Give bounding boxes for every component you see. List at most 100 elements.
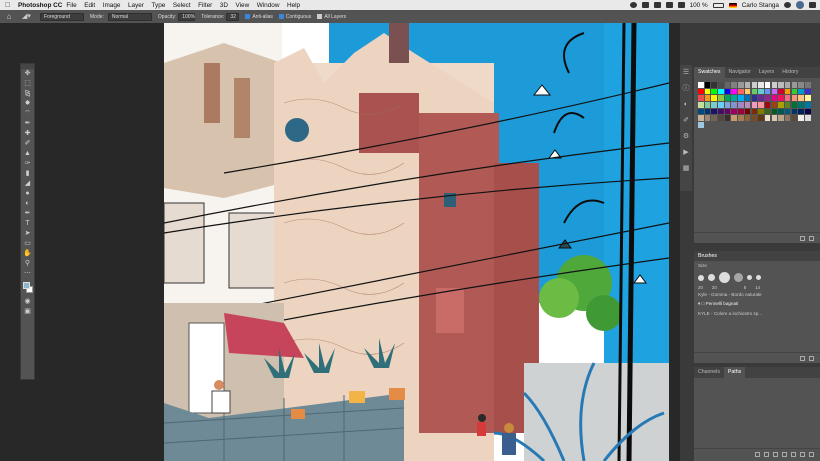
swatch[interactable]: [724, 102, 731, 108]
swatch[interactable]: [798, 88, 804, 95]
swatch[interactable]: [758, 95, 764, 101]
blur-tool-icon[interactable]: ●: [21, 189, 34, 199]
swatch[interactable]: [738, 88, 744, 95]
swatch[interactable]: [764, 108, 771, 115]
menu-3d[interactable]: 3D: [220, 2, 228, 9]
delete-brush-icon[interactable]: [809, 355, 814, 361]
color-swatches[interactable]: [21, 281, 34, 297]
swatch[interactable]: [724, 88, 731, 95]
swatch[interactable]: [718, 82, 724, 88]
swatch[interactable]: [758, 108, 764, 115]
swatch[interactable]: [751, 88, 757, 95]
swatch[interactable]: [771, 95, 778, 101]
swatch[interactable]: [731, 108, 737, 115]
swatch[interactable]: [805, 108, 811, 115]
menu-filter[interactable]: Filter: [198, 2, 212, 9]
stamp-tool-icon[interactable]: ▲: [21, 149, 34, 159]
swatch[interactable]: [698, 122, 704, 128]
notification-center-icon[interactable]: [809, 2, 816, 8]
swatch[interactable]: [731, 82, 737, 88]
swatch[interactable]: [758, 102, 764, 108]
menu-help[interactable]: Help: [287, 2, 300, 9]
swatch[interactable]: [751, 102, 757, 108]
more-tools-icon[interactable]: ⋯: [21, 269, 34, 279]
contiguous-checkbox[interactable]: [278, 14, 284, 19]
swatch[interactable]: [771, 82, 778, 88]
new-swatch-icon[interactable]: [800, 235, 805, 241]
swatch[interactable]: [724, 82, 731, 88]
type-tool-icon[interactable]: T: [21, 219, 34, 229]
tool-presets-icon[interactable]: ⚙: [681, 132, 691, 142]
swatch[interactable]: [744, 108, 751, 115]
dodge-tool-icon[interactable]: ◐: [21, 199, 34, 209]
eyedropper-tool-icon[interactable]: ✒: [21, 119, 34, 129]
tab-layers[interactable]: Layers: [755, 67, 779, 78]
delete-path-icon[interactable]: [809, 451, 814, 457]
home-icon[interactable]: ⌂: [4, 12, 14, 22]
swatch[interactable]: [791, 88, 798, 95]
fill-source-select[interactable]: Foreground: [40, 12, 84, 21]
all-layers-checkbox[interactable]: [317, 14, 323, 19]
swatch[interactable]: [738, 115, 744, 121]
apple-icon[interactable]: : [5, 2, 13, 9]
menu-view[interactable]: View: [235, 2, 249, 9]
paint-bucket-tool-icon[interactable]: ◢: [21, 179, 34, 189]
volume-icon[interactable]: [677, 2, 685, 8]
properties-icon[interactable]: ☰: [681, 68, 691, 78]
swatch[interactable]: [771, 88, 778, 95]
swatch[interactable]: [784, 95, 791, 101]
adjustments-icon[interactable]: ◐: [681, 100, 691, 110]
swatch[interactable]: [798, 82, 804, 88]
fill-path-icon[interactable]: [755, 451, 760, 457]
swatch[interactable]: [805, 95, 811, 101]
tab-swatches[interactable]: Swatches: [694, 67, 725, 78]
app-menu[interactable]: Photoshop CC: [18, 2, 62, 9]
swatch[interactable]: [724, 115, 731, 121]
paint-bucket-tool-icon[interactable]: ◢▾: [22, 12, 36, 21]
swatch[interactable]: [698, 82, 704, 88]
swatch[interactable]: [698, 88, 704, 95]
marquee-tool-icon[interactable]: ⬚: [21, 79, 34, 89]
swatch[interactable]: [724, 95, 731, 101]
swatch[interactable]: [778, 95, 784, 101]
swatch[interactable]: [798, 95, 804, 101]
swatch[interactable]: [738, 102, 744, 108]
pen-tool-icon[interactable]: ✒: [21, 209, 34, 219]
swatch[interactable]: [751, 95, 757, 101]
swatch[interactable]: [791, 82, 798, 88]
swatch[interactable]: [704, 108, 711, 115]
swatch[interactable]: [751, 115, 757, 121]
swatch[interactable]: [711, 95, 717, 101]
swatch[interactable]: [805, 115, 811, 121]
mode-select[interactable]: Normal: [107, 12, 152, 21]
swatch[interactable]: [764, 115, 771, 121]
menu-file[interactable]: File: [66, 2, 76, 9]
swatch[interactable]: [731, 115, 737, 121]
wifi-icon[interactable]: [665, 2, 673, 8]
brush-item-ink[interactable]: KYLE - Colore a inchiostro sp...: [694, 309, 820, 318]
quick-select-tool-icon[interactable]: ✸: [21, 99, 34, 109]
swatch[interactable]: [744, 102, 751, 108]
swatch[interactable]: [718, 102, 724, 108]
tab-channels[interactable]: Channels: [694, 367, 724, 378]
menu-image[interactable]: Image: [103, 2, 121, 9]
swatch[interactable]: [711, 102, 717, 108]
swatch[interactable]: [791, 108, 798, 115]
brush-preset[interactable]: [698, 274, 704, 281]
swatch[interactable]: [704, 88, 711, 95]
swatch[interactable]: [764, 82, 771, 88]
menu-select[interactable]: Select: [173, 2, 191, 9]
swatch[interactable]: [784, 115, 791, 121]
swatch[interactable]: [704, 95, 711, 101]
tolerance-input[interactable]: 32: [226, 12, 240, 21]
document-canvas[interactable]: [164, 23, 669, 461]
swatch[interactable]: [711, 82, 717, 88]
swatch[interactable]: [751, 82, 757, 88]
lasso-tool-icon[interactable]: ⧎: [21, 89, 34, 99]
swatch[interactable]: [798, 108, 804, 115]
brush-preset[interactable]: [708, 274, 715, 281]
brush-preset[interactable]: [734, 273, 743, 282]
swatch[interactable]: [698, 102, 704, 108]
quick-mask-icon[interactable]: ◉: [21, 297, 34, 307]
swatch[interactable]: [764, 88, 771, 95]
